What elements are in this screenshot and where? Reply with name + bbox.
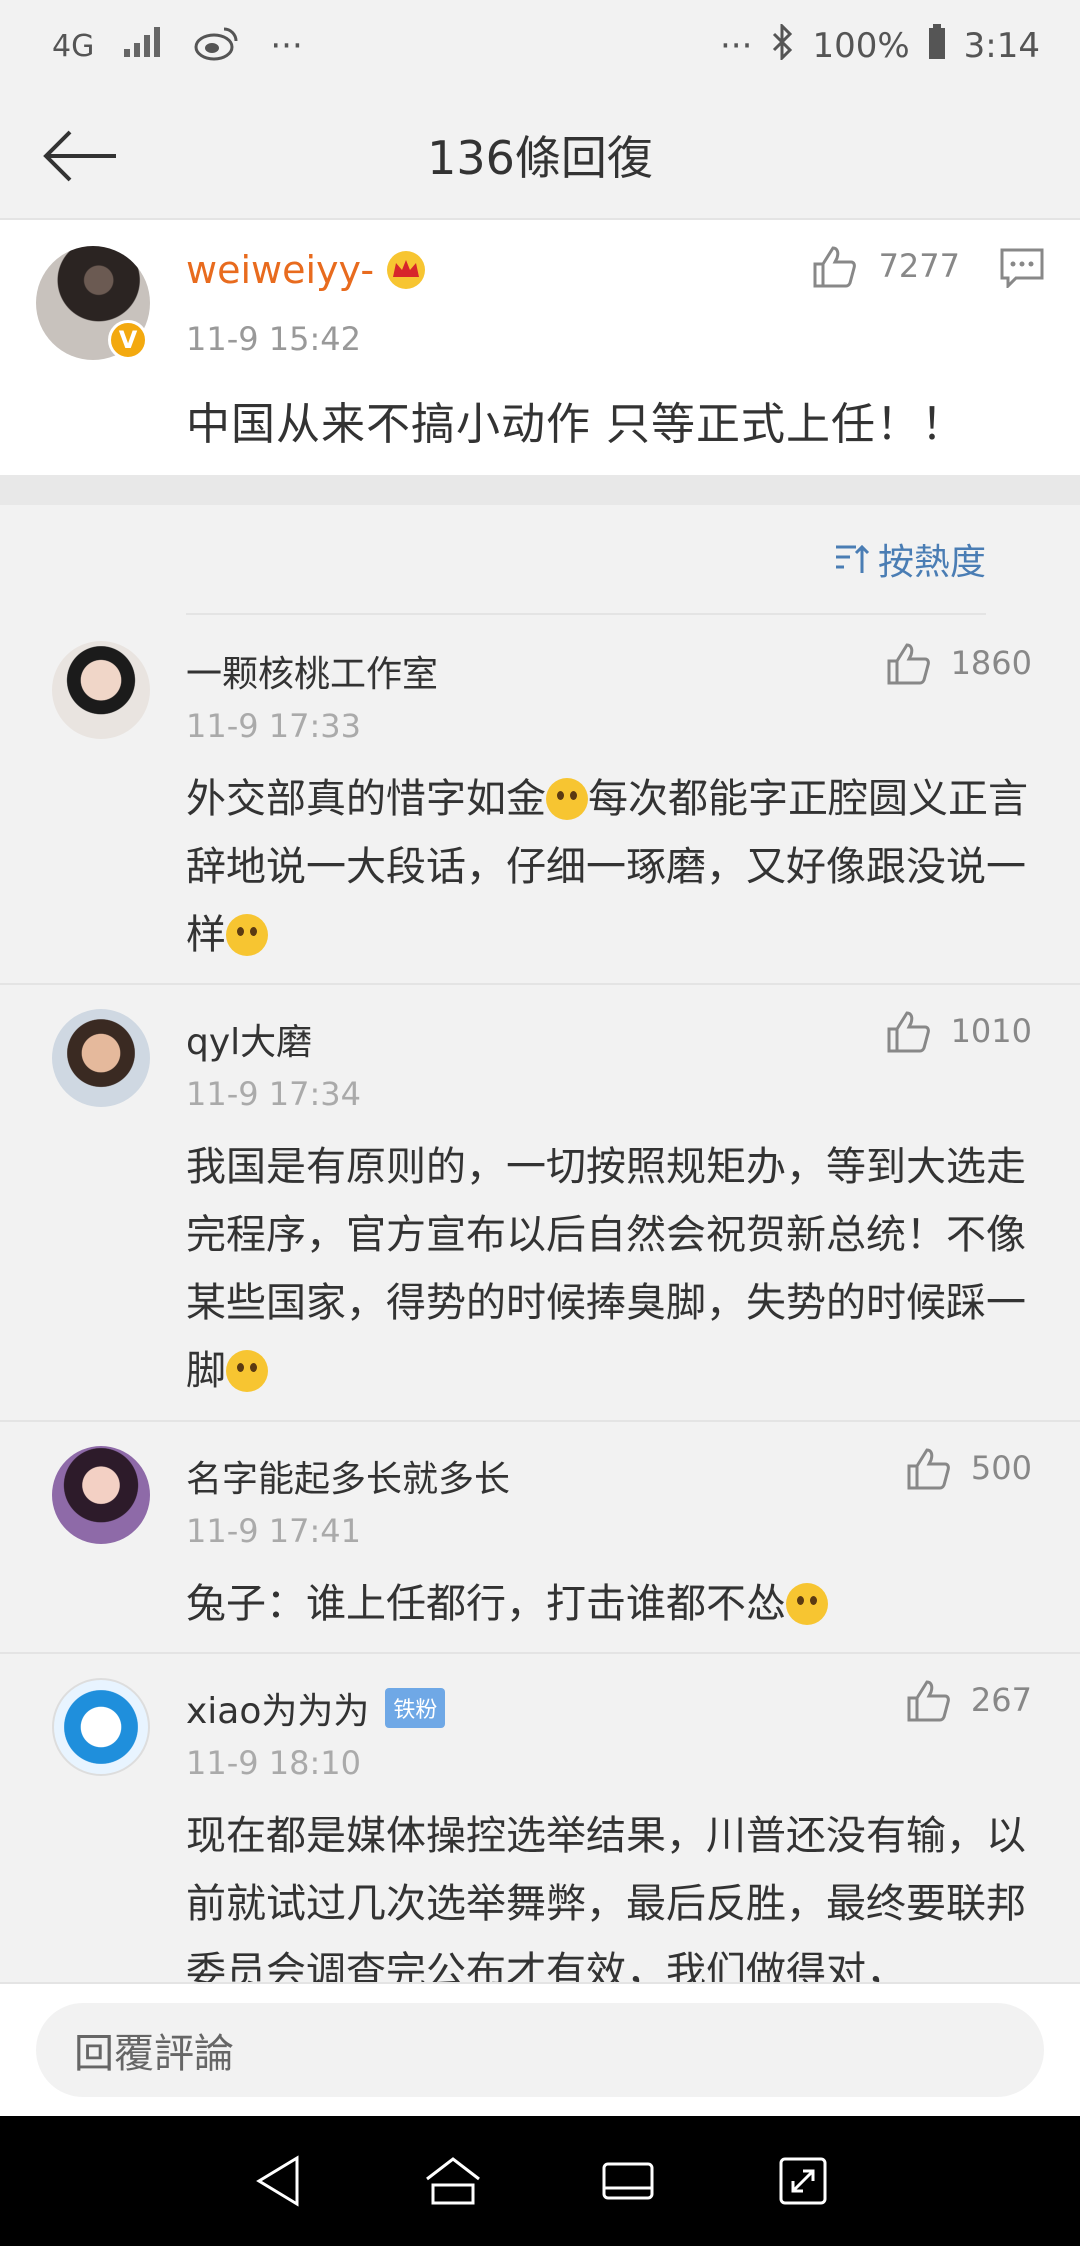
- username[interactable]: qyl大磨: [186, 1013, 312, 1065]
- nav-bar: 136條回復: [0, 92, 1080, 220]
- laugh-cry-emoji-icon: [226, 914, 268, 956]
- fan-badge: 铁粉: [385, 1688, 446, 1728]
- more-notifications-icon: ···: [270, 26, 303, 66]
- status-left: 4G ···: [52, 23, 303, 70]
- hug-emoji-icon: [226, 1350, 268, 1392]
- list-item: 一颗核桃工作室 11-9 17:33 1860 外交部真的惜字如金 每次都能字正腔…: [0, 617, 1080, 985]
- username[interactable]: xiao为为为: [186, 1682, 369, 1734]
- comment-list: 一颗核桃工作室 11-9 17:33 1860 外交部真的惜字如金 每次都能字正腔…: [0, 617, 1080, 1982]
- battery-percent: 100%: [812, 26, 910, 66]
- clock: 3:14: [963, 26, 1040, 66]
- username[interactable]: 名字能起多长就多长: [186, 1450, 510, 1502]
- comment-text-part: 外交部真的惜字如金: [186, 776, 546, 822]
- avatar[interactable]: [52, 1009, 150, 1107]
- comment-header: 一颗核桃工作室: [186, 645, 438, 697]
- battery-icon: [928, 23, 946, 69]
- reply-button[interactable]: [1000, 248, 1044, 292]
- timestamp: 11-9 18:10: [186, 1744, 362, 1782]
- crown-icon: [387, 251, 426, 289]
- comment-icon: [1000, 248, 1044, 290]
- back-button[interactable]: [40, 120, 120, 192]
- verified-badge: V: [108, 320, 148, 360]
- timestamp: 11-9 17:33: [186, 707, 362, 745]
- username[interactable]: 一颗核桃工作室: [186, 645, 438, 697]
- status-right: ··· 100% 3:14: [720, 21, 1040, 69]
- like-button[interactable]: 1860: [885, 641, 1032, 685]
- weibo-icon: [194, 23, 242, 70]
- thumbs-up-icon: [887, 643, 930, 685]
- like-button[interactable]: 267: [905, 1678, 1032, 1722]
- like-count: 500: [970, 1449, 1032, 1487]
- more-status-icon: ···: [720, 26, 753, 66]
- comment-header: qyl大磨: [186, 1013, 312, 1065]
- comment-text: 现在都是媒体操控选举结果，川普还没有输，以前就试过几次选举舞弊，最后反胜，最终要…: [186, 1813, 1026, 1982]
- timestamp: 11-9 17:41: [186, 1512, 362, 1550]
- like-button[interactable]: 500: [905, 1446, 1032, 1490]
- comment-text-part: 我国是有原则的，一切按照规矩办，等到大选走完程序，官方宣布以后自然会祝贺新总统！…: [186, 1144, 1026, 1394]
- section-divider: [0, 475, 1080, 505]
- system-rotate-button[interactable]: [763, 2141, 843, 2221]
- network-indicator: 4G: [52, 28, 95, 64]
- doge-emoji-icon: [786, 1583, 828, 1625]
- sort-icon: [835, 544, 870, 573]
- list-item: xiao为为为 铁粉 11-9 18:10 267 现在都是媒体操控选举结果，川…: [0, 1654, 1080, 1982]
- system-nav-bar: [0, 2116, 1080, 2246]
- reply-bar: 回覆評論: [0, 1982, 1080, 2116]
- system-recents-button[interactable]: [588, 2141, 668, 2221]
- thumbs-up-icon: [907, 1680, 950, 1722]
- comment-text: 兔子：谁上任都行，打击谁都不怂: [186, 1570, 1036, 1638]
- username[interactable]: weiweiyy-: [186, 248, 374, 292]
- reply-input[interactable]: 回覆評論: [36, 2003, 1044, 2097]
- root-name-row: weiweiyy-: [186, 248, 428, 292]
- sort-button[interactable]: 按熱度: [834, 533, 986, 585]
- thumbs-up-icon: [907, 1448, 950, 1490]
- system-back-button[interactable]: [238, 2141, 318, 2221]
- timestamp: 11-9 15:42: [186, 320, 362, 358]
- list-item: 名字能起多长就多长 11-9 17:41 500 兔子：谁上任都行，打击谁都不怂: [0, 1422, 1080, 1654]
- avatar[interactable]: [52, 1446, 150, 1544]
- signal-icon: [122, 25, 166, 68]
- like-count: 1860: [950, 644, 1032, 682]
- page-title: 136條回復: [427, 131, 653, 185]
- like-count: 1010: [950, 1012, 1032, 1050]
- like-count: 267: [970, 1681, 1032, 1719]
- avatar[interactable]: [52, 641, 150, 739]
- timestamp: 11-9 17:34: [186, 1075, 362, 1113]
- status-bar: 4G ··· ··· 100% 3:14: [0, 0, 1080, 92]
- comment-text-part: 兔子：谁上任都行，打击谁都不怂: [186, 1581, 786, 1627]
- home-icon: [425, 2157, 480, 2205]
- thumbs-up-icon: [813, 246, 856, 288]
- comment-text: 我国是有原则的，一切按照规矩办，等到大选走完程序，官方宣布以后自然会祝贺新总统！…: [186, 1133, 1036, 1405]
- bluetooth-icon: [770, 21, 794, 69]
- comment-text: 中国从来不搞小动作 只等正式上任！！: [186, 399, 966, 450]
- screen-rotate-icon: [779, 2157, 826, 2205]
- comment-text: 外交部真的惜字如金 每次都能字正腔圆义正言辞地说一大段话，仔细一琢磨，又好像跟没说…: [186, 765, 1036, 969]
- triangle-back-icon: [255, 2155, 298, 2207]
- avatar[interactable]: [52, 1678, 150, 1776]
- list-item: qyl大磨 11-9 17:34 1010 我国是有原则的，一切按照规矩办，等到…: [0, 985, 1080, 1422]
- comment-header: 名字能起多长就多长: [186, 1450, 510, 1502]
- system-home-button[interactable]: [413, 2141, 493, 2221]
- recents-icon: [602, 2162, 653, 2200]
- thumbs-up-icon: [887, 1011, 930, 1053]
- like-button[interactable]: 7277: [811, 244, 960, 288]
- sort-label: 按熱度: [877, 542, 986, 583]
- laugh-cry-emoji-icon: [546, 778, 588, 820]
- comment-header: xiao为为为 铁粉: [186, 1682, 446, 1734]
- sort-row: 按熱度: [186, 505, 986, 615]
- like-button[interactable]: 1010: [885, 1009, 1032, 1053]
- like-count: 7277: [878, 247, 960, 285]
- back-arrow-icon: [43, 130, 116, 182]
- root-comment: V weiweiyy- 11-9 15:42 中国从来不搞小动作 只等正式上任！…: [0, 220, 1080, 475]
